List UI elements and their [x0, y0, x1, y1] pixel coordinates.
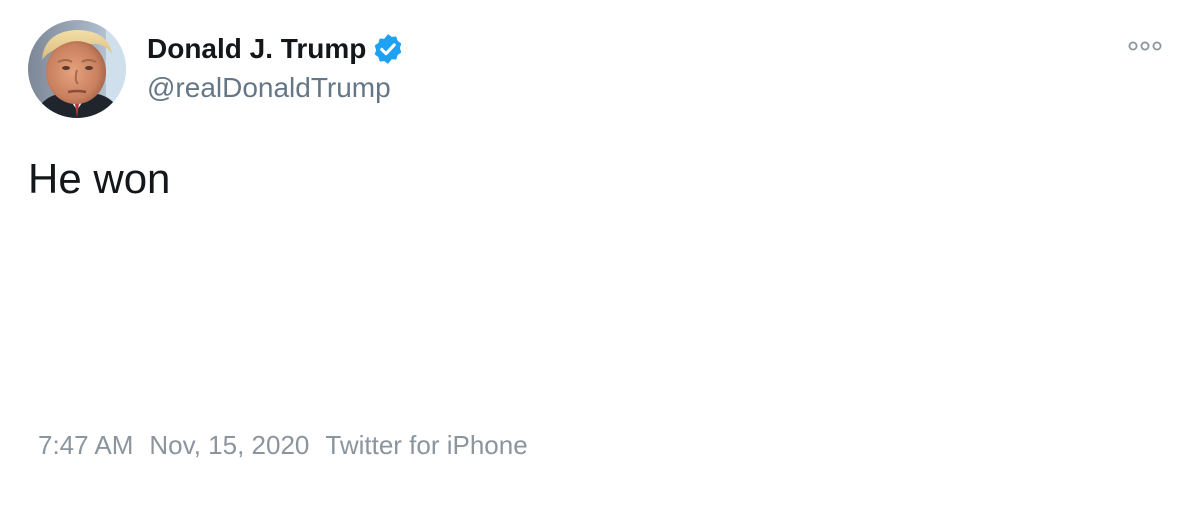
tweet-date[interactable]: Nov, 15, 2020 — [149, 428, 309, 462]
tweet-text: He won — [28, 155, 171, 202]
author-display-name[interactable]: Donald J. Trump — [147, 31, 366, 67]
tweet-meta: 7:47 AM Nov, 15, 2020 Twitter for iPhone — [38, 428, 528, 462]
author-handle[interactable]: @realDonaldTrump — [147, 70, 405, 106]
more-options-icon[interactable] — [1124, 34, 1166, 58]
verified-badge-icon — [371, 32, 405, 66]
author-avatar[interactable] — [28, 20, 126, 118]
tweet-card: Donald J. Trump @realDonaldTrump He won … — [0, 0, 1184, 526]
tweet-source[interactable]: Twitter for iPhone — [325, 428, 527, 462]
avatar-image — [28, 20, 126, 118]
display-name-row: Donald J. Trump — [147, 31, 405, 67]
tweet-time[interactable]: 7:47 AM — [38, 428, 133, 462]
author-block: Donald J. Trump @realDonaldTrump — [147, 31, 405, 106]
